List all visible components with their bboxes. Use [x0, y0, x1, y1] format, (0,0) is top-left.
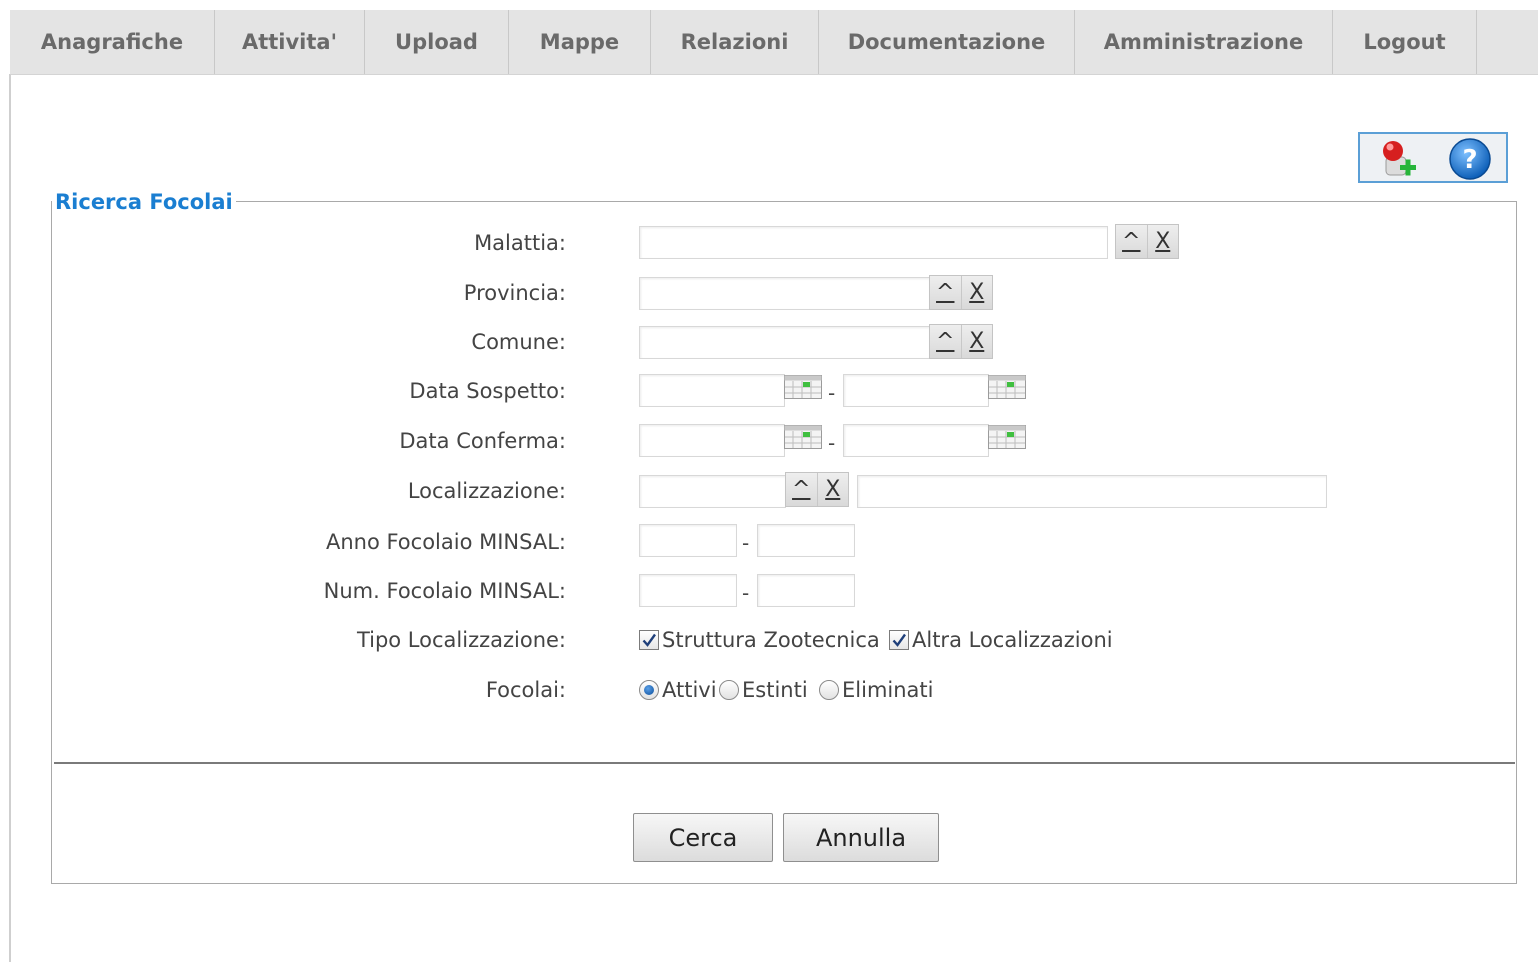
page-left-border [9, 74, 11, 962]
data-sospetto-from-input[interactable] [639, 374, 785, 407]
range-separator: - [828, 381, 836, 405]
nav-anagrafiche[interactable]: Anagrafiche [10, 10, 215, 74]
anno-focolaio-to-input[interactable] [757, 524, 855, 557]
tipo-altra-checkbox[interactable] [889, 630, 909, 650]
label-malattia: Malattia: [474, 231, 566, 255]
calendar-icon[interactable] [784, 375, 822, 399]
action-toolbar: ? [1358, 132, 1508, 183]
label-anno-focolaio: Anno Focolaio MINSAL: [325, 530, 566, 554]
label-comune: Comune: [471, 330, 566, 354]
calendar-icon[interactable] [784, 425, 822, 449]
comune-open-button[interactable]: ^ [930, 325, 961, 358]
localizzazione-lookup: ^ X [785, 472, 849, 507]
provincia-open-button[interactable]: ^ [930, 276, 961, 309]
focolai-eliminati-label: Eliminati [842, 678, 934, 702]
calendar-icon[interactable] [988, 425, 1026, 449]
nav-upload[interactable]: Upload [365, 10, 509, 74]
calendar-icon[interactable] [988, 375, 1026, 399]
localizzazione-clear-button[interactable]: X [816, 473, 849, 506]
nav-logout[interactable]: Logout [1333, 10, 1477, 74]
cancel-button[interactable]: Annulla [783, 813, 939, 862]
add-user-button[interactable] [1378, 137, 1422, 181]
add-user-icon [1383, 141, 1416, 176]
tipo-struttura-checkbox[interactable] [639, 630, 659, 650]
label-provincia: Provincia: [463, 281, 566, 305]
tipo-struttura-option: Struttura Zootecnica [639, 625, 880, 655]
data-conferma-from-input[interactable] [639, 424, 785, 457]
range-separator: - [828, 431, 836, 455]
localizzazione-code-input[interactable] [639, 475, 786, 508]
nav-attivita[interactable]: Attivita' [215, 10, 365, 74]
svg-text:?: ? [1462, 145, 1477, 175]
comune-clear-button[interactable]: X [960, 325, 993, 358]
num-focolaio-from-input[interactable] [639, 574, 737, 607]
comune-lookup: ^ X [929, 324, 993, 359]
form-separator [54, 762, 1515, 764]
provincia-clear-button[interactable]: X [960, 276, 993, 309]
localizzazione-open-button[interactable]: ^ [786, 473, 817, 506]
malattia-input[interactable] [639, 226, 1108, 259]
data-sospetto-to-input[interactable] [843, 374, 989, 407]
anno-focolaio-from-input[interactable] [639, 524, 737, 557]
num-focolaio-to-input[interactable] [757, 574, 855, 607]
tipo-altra-label: Altra Localizzazioni [912, 628, 1113, 652]
malattia-clear-button[interactable]: X [1146, 225, 1179, 258]
label-localizzazione: Localizzazione: [407, 479, 566, 503]
focolai-attivi-label: Attivi [662, 678, 717, 702]
radio-selected-dot [644, 685, 654, 695]
focolai-estinti-radio[interactable] [719, 680, 739, 700]
label-focolai: Focolai: [485, 678, 566, 702]
nav-amministrazione[interactable]: Amministrazione [1075, 10, 1333, 74]
label-data-sospetto: Data Sospetto: [409, 379, 566, 403]
nav-documentazione[interactable]: Documentazione [819, 10, 1075, 74]
malattia-lookup: ^ X [1115, 224, 1179, 259]
range-separator: - [742, 531, 750, 555]
nav-relazioni[interactable]: Relazioni [651, 10, 819, 74]
checkmark-icon [892, 633, 906, 647]
malattia-open-button[interactable]: ^ [1116, 225, 1147, 258]
focolai-estinti-label: Estinti [742, 678, 808, 702]
help-button[interactable]: ? [1448, 137, 1492, 181]
focolai-eliminati-option: Eliminati [819, 675, 933, 705]
top-nav: Anagrafiche Attivita' Upload Mappe Relaz… [10, 10, 1538, 75]
label-data-conferma: Data Conferma: [399, 429, 566, 453]
focolai-attivi-option: Attivi [639, 675, 717, 705]
tipo-struttura-label: Struttura Zootecnica [662, 628, 880, 652]
search-button[interactable]: Cerca [633, 813, 773, 862]
help-icon: ? [1449, 138, 1491, 180]
localizzazione-description-input[interactable] [857, 475, 1327, 508]
checkmark-icon [642, 633, 656, 647]
label-tipo-localizzazione: Tipo Localizzazione: [356, 628, 566, 652]
comune-input[interactable] [639, 326, 930, 359]
focolai-estinti-option: Estinti [719, 675, 808, 705]
data-conferma-to-input[interactable] [843, 424, 989, 457]
focolai-eliminati-radio[interactable] [819, 680, 839, 700]
focolai-attivi-radio[interactable] [639, 680, 659, 700]
label-num-focolaio: Num. Focolaio MINSAL: [323, 579, 566, 603]
nav-mappe[interactable]: Mappe [509, 10, 651, 74]
provincia-input[interactable] [639, 277, 930, 310]
tipo-altra-option: Altra Localizzazioni [889, 625, 1113, 655]
fieldset-legend: Ricerca Focolai [52, 188, 236, 216]
provincia-lookup: ^ X [929, 275, 993, 310]
range-separator: - [742, 581, 750, 605]
